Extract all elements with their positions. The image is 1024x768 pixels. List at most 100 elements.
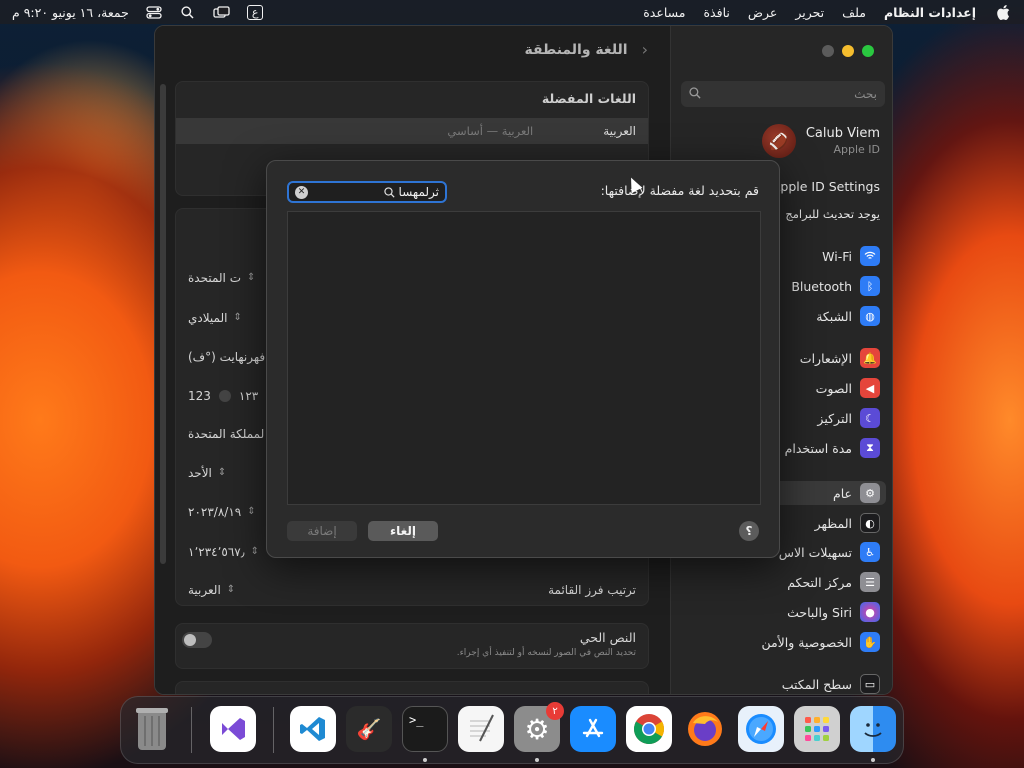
temperature-option[interactable]: فهرنهايت (°ف): [188, 350, 265, 364]
search-field-content: ثرلمهسا: [383, 185, 439, 199]
preferred-languages-title: اللغات المفضلة: [541, 91, 636, 106]
sidebar-item-label: الشبكة: [816, 308, 852, 324]
notification-badge: ٢: [546, 702, 564, 720]
sidebar-item-desktop[interactable]: ▭ سطح المكتب: [681, 672, 880, 694]
menu-file[interactable]: ملف: [842, 5, 866, 20]
moon-icon: ☾: [860, 408, 880, 428]
textedit-icon[interactable]: [458, 706, 504, 752]
control-center-icon: ☰: [860, 572, 880, 592]
language-detail: العربية — أساسي: [447, 124, 534, 138]
finder-icon[interactable]: [850, 706, 896, 752]
date-format-popup[interactable]: ⇕ ٢٠٢٣/٨/١٩: [188, 505, 256, 519]
app-menu[interactable]: إعدادات النظام: [884, 5, 976, 20]
number-format-popup[interactable]: ⇕ ١٬٢٣٤٬٥٦٧٫: [188, 545, 259, 559]
vscode-icon[interactable]: [290, 706, 336, 752]
live-text-toggle[interactable]: [182, 632, 212, 648]
menu-view[interactable]: عرض: [748, 5, 777, 20]
safari-icon[interactable]: [738, 706, 784, 752]
firefox-icon[interactable]: [682, 706, 728, 752]
region-popup[interactable]: ⇕ ت المتحدة: [188, 271, 255, 285]
spotlight-search-icon[interactable]: [179, 5, 197, 19]
help-button[interactable]: ؟: [739, 521, 759, 541]
language-search-input[interactable]: ✕ ثرلمهسا: [287, 181, 447, 203]
language-name: العربية: [603, 124, 636, 138]
sidebar-item-label: مركز التحكم: [787, 574, 852, 590]
control-center-icon[interactable]: [145, 5, 163, 19]
sidebar-item-control-center[interactable]: ☰ مركز التحكم: [681, 570, 880, 594]
sidebar-search-field[interactable]: بحث: [681, 81, 885, 107]
avatar: 🏈: [761, 124, 796, 158]
radio-button[interactable]: [218, 390, 231, 402]
trash-icon[interactable]: [129, 706, 175, 752]
speaker-icon: ◀: [860, 378, 880, 398]
temperature-value: فهرنهايت (°ف): [188, 350, 266, 364]
terminal-icon[interactable]: >_: [402, 706, 448, 752]
chevron-updown-icon: ⇕: [247, 506, 256, 517]
system-settings-icon[interactable]: ⚙ ٢: [514, 702, 564, 752]
back-chevron-icon[interactable]: ‹: [642, 40, 648, 59]
list-sort-popup[interactable]: ⇕ العربية: [188, 583, 235, 597]
region-value: ت المتحدة: [188, 271, 241, 285]
calendar-popup[interactable]: ⇕ الميلادي: [188, 311, 242, 325]
first-day-popup[interactable]: ⇕ الأحد: [188, 466, 226, 480]
running-indicator: [535, 758, 539, 762]
clock[interactable]: جمعة، ١٦ يونيو ٩:٢٠ م: [12, 5, 129, 20]
page-title: اللغة والمنطقة: [524, 41, 628, 58]
input-source-indicator[interactable]: ع: [246, 4, 264, 20]
numbers-option-western[interactable]: 123: [188, 389, 211, 403]
sidebar-item-label: الصوت: [815, 380, 852, 396]
menu-help[interactable]: مساعدة: [643, 5, 685, 20]
screen-mirroring-icon[interactable]: [213, 5, 231, 19]
scrollbar[interactable]: [160, 84, 166, 564]
account-subtitle: Apple ID: [833, 143, 880, 156]
add-button[interactable]: إضافة: [287, 521, 357, 541]
sidebar-item-label: الإشعارات: [799, 350, 852, 366]
visual-studio-icon[interactable]: [210, 706, 256, 752]
date-format-value: ٢٠٢٣/٨/١٩: [188, 505, 242, 519]
garageband-icon[interactable]: 🎸: [346, 706, 392, 752]
number-format-value: ١٬٢٣٤٬٥٦٧٫: [188, 545, 245, 559]
language-results-list[interactable]: [287, 211, 761, 505]
menu-window[interactable]: نافذة: [703, 5, 729, 20]
sheet-prompt: قم بتحديد لغة مفضلة لإضافتها:: [600, 183, 759, 198]
sidebar-item-label: تسهيلات الاس: [778, 544, 852, 560]
menu-edit[interactable]: تحرير: [795, 5, 824, 20]
menu-bar-status: جمعة، ١٦ يونيو ٩:٢٠ م ع: [12, 4, 264, 20]
pane-header: ‹ اللغة والمنطقة: [524, 40, 648, 59]
apple-id-account[interactable]: Calub Viem Apple ID 🏈: [681, 121, 880, 161]
software-update-notice[interactable]: يوجد تحديث للبرامج: [785, 207, 880, 221]
live-text-title: النص الحي: [579, 630, 636, 645]
launchpad-icon[interactable]: [794, 706, 840, 752]
sidebar-item-label: Bluetooth: [791, 278, 852, 294]
language-row-arabic[interactable]: العربية العربية — أساسي: [176, 118, 648, 144]
measurement-option[interactable]: لمملكة المتحدة: [188, 427, 264, 441]
close-button[interactable]: [822, 45, 834, 57]
sidebar-item-label: مدة استخدام: [784, 440, 852, 456]
bell-icon: 🔔: [860, 348, 880, 368]
clear-search-icon[interactable]: ✕: [295, 185, 308, 199]
chevron-updown-icon: ⇕: [217, 467, 227, 478]
zoom-button[interactable]: [862, 45, 874, 57]
next-group: [175, 681, 649, 694]
account-text: Calub Viem Apple ID: [806, 126, 880, 156]
menu-bar-menus: مساعدة نافذة عرض تحرير ملف إعدادات النظا…: [643, 4, 1012, 20]
first-day-value: الأحد: [188, 466, 212, 480]
numbers-segmented[interactable]: ١٢٣ 123: [188, 389, 258, 403]
sidebar-item-label: التركيز: [817, 410, 852, 426]
apple-menu-icon[interactable]: [994, 4, 1012, 20]
chevron-updown-icon: ⇕: [233, 312, 242, 323]
search-field-value: ثرلمهسا: [398, 185, 439, 199]
list-sort-label: ترتيب فرز القائمة: [548, 583, 636, 597]
apple-id-settings-link[interactable]: Apple ID Settings: [772, 179, 880, 194]
appearance-icon: ◐: [860, 513, 880, 533]
chrome-icon[interactable]: [626, 706, 672, 752]
sidebar-item-label: Wi-Fi: [822, 248, 852, 264]
cancel-button[interactable]: إلغاء: [368, 521, 438, 541]
sidebar-item-privacy[interactable]: ✋ الخصوصية والأمن: [681, 630, 880, 654]
hourglass-icon: ⧗: [860, 438, 880, 458]
accessibility-icon: ♿: [860, 542, 880, 562]
app-store-icon[interactable]: [570, 706, 616, 752]
sidebar-item-siri[interactable]: ● Siri والباحث: [681, 600, 880, 624]
numbers-option-arabic[interactable]: ١٢٣: [239, 389, 258, 403]
minimize-button[interactable]: [842, 45, 854, 57]
